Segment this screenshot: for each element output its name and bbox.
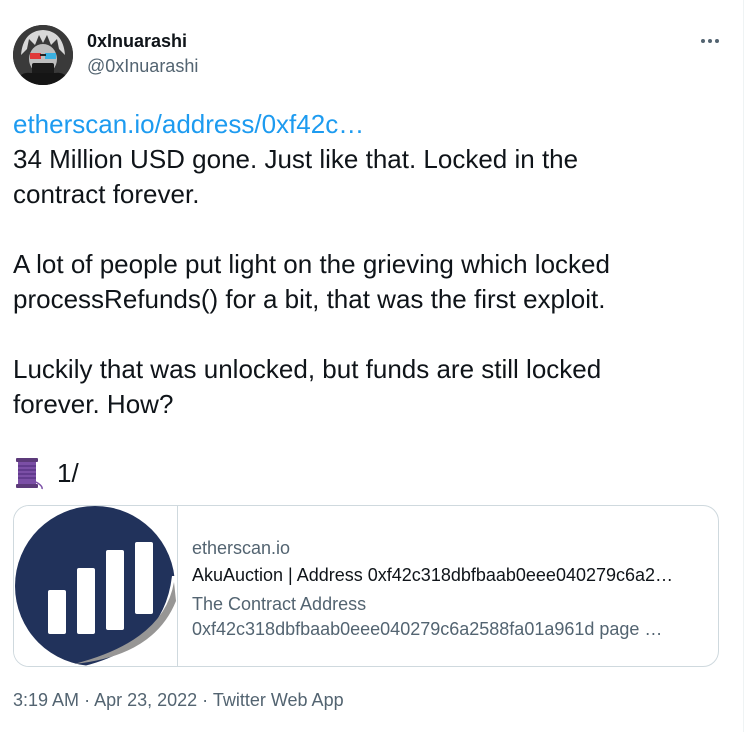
card-title: AkuAuction | Address 0xf42c318dbfbaab0ee… bbox=[192, 565, 674, 585]
tweet-line: forever. How? bbox=[13, 389, 174, 419]
more-options-button[interactable] bbox=[696, 31, 724, 51]
author-name[interactable]: 0xInuarashi bbox=[87, 31, 187, 52]
card-description-line: 0xf42c318dbfbaab0eee040279c6a2588fa01a96… bbox=[192, 619, 663, 639]
meta-separator: · bbox=[84, 690, 91, 710]
thread-indicator: 1/ bbox=[13, 455, 79, 491]
meta-separator: · bbox=[202, 690, 209, 710]
card-description-line: The Contract Address bbox=[192, 594, 367, 614]
tweet-source-link[interactable]: Twitter Web App bbox=[213, 690, 344, 710]
thread-count: 1/ bbox=[57, 457, 79, 488]
tweet-line: contract forever. bbox=[13, 179, 200, 209]
etherscan-logo-icon bbox=[14, 506, 178, 666]
card-description: The Contract Address 0xf42c318dbfbaab0ee… bbox=[192, 592, 712, 642]
tweet-text: etherscan.io/address/0xf42c… 34 Million … bbox=[13, 107, 713, 422]
link-preview-card[interactable]: etherscan.io AkuAuction | Address 0xf42c… bbox=[13, 505, 719, 667]
tweet-line: 34 Million USD gone. Just like that. Loc… bbox=[13, 144, 579, 174]
tweet-line: processRefunds() for a bit, that was the… bbox=[13, 284, 606, 314]
thread-spool-icon bbox=[13, 456, 45, 490]
avatar-image bbox=[13, 25, 73, 85]
author-avatar[interactable] bbox=[13, 25, 73, 85]
author-handle[interactable]: @0xInuarashi bbox=[87, 56, 198, 77]
tweet-metadata: 3:19 AM · Apr 23, 2022 · Twitter Web App bbox=[13, 690, 344, 711]
more-dots-icon bbox=[701, 39, 705, 43]
tweet-date-link[interactable]: Apr 23, 2022 bbox=[94, 690, 197, 710]
card-domain: etherscan.io bbox=[192, 538, 291, 558]
tweet-link[interactable]: etherscan.io/address/0xf42c… bbox=[13, 107, 713, 142]
tweet-time-link[interactable]: 3:19 AM bbox=[13, 690, 79, 710]
tweet-line: A lot of people put light on the grievin… bbox=[13, 249, 610, 279]
tweet-line: Luckily that was unlocked, but funds are… bbox=[13, 354, 602, 384]
